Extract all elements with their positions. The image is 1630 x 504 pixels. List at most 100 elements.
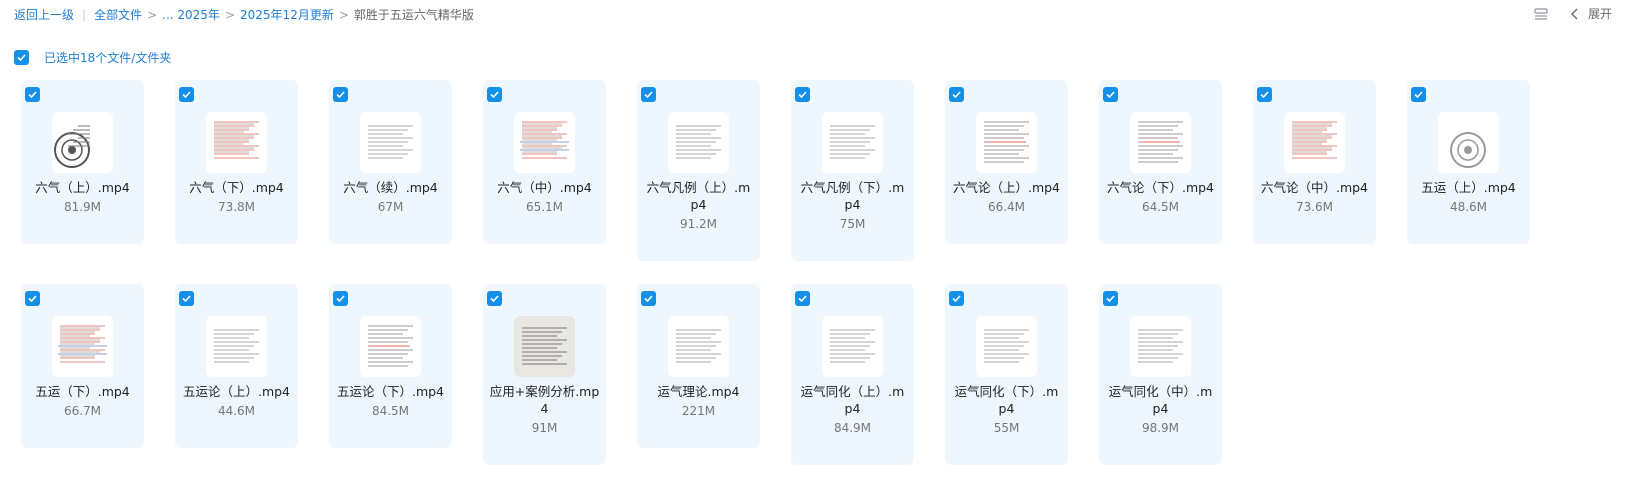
file-card[interactable]: 运气同化（上）.m p4 84.9M xyxy=(791,284,914,465)
file-checkbox[interactable] xyxy=(25,291,40,306)
crumb-month[interactable]: 2025年12月更新 xyxy=(240,6,334,23)
check-icon xyxy=(1260,91,1269,99)
file-name-line: p4 xyxy=(844,401,861,416)
file-name-line: p4 xyxy=(844,197,861,212)
check-icon xyxy=(1106,91,1115,99)
file-card[interactable]: 六气凡例（下）.m p4 75M xyxy=(791,80,914,261)
file-checkbox[interactable] xyxy=(333,291,348,306)
file-thumbnail-image xyxy=(58,325,107,363)
file-checkbox[interactable] xyxy=(333,87,348,102)
file-checkbox[interactable] xyxy=(641,87,656,102)
file-thumbnail xyxy=(1130,316,1191,377)
file-name: 运气同化（下）.m p4 xyxy=(949,383,1064,417)
file-card[interactable]: 应用+案例分析.mp 4 91M xyxy=(483,284,606,465)
view-tools: 展开 xyxy=(1534,5,1612,22)
file-checkbox[interactable] xyxy=(179,291,194,306)
file-size: 73.6M xyxy=(1295,200,1334,214)
file-card[interactable]: 五运论（上）.mp4 44.6M xyxy=(175,284,298,448)
file-thumbnail-image xyxy=(54,125,90,168)
file-name: 六气（下）.mp4 xyxy=(179,179,294,196)
crumb-year[interactable]: ... 2025年 xyxy=(162,6,220,23)
check-icon xyxy=(1106,295,1115,303)
file-checkbox[interactable] xyxy=(25,87,40,102)
file-name: 六气论（上）.mp4 xyxy=(949,179,1064,196)
file-checkbox[interactable] xyxy=(1257,87,1272,102)
file-name-line: p4 xyxy=(1152,401,1169,416)
file-name: 应用+案例分析.mp 4 xyxy=(487,383,602,417)
check-icon xyxy=(798,295,807,303)
file-name-line: 五运（下）.mp4 xyxy=(35,384,130,399)
file-name: 六气凡例（下）.m p4 xyxy=(795,179,910,213)
file-size: 67M xyxy=(377,200,404,214)
file-name-line: 六气（中）.mp4 xyxy=(497,180,592,195)
selection-count: 已选中18个文件/文件夹 xyxy=(44,51,172,65)
file-checkbox[interactable] xyxy=(487,291,502,306)
file-card[interactable]: 五运论（下）.mp4 84.5M xyxy=(329,284,452,448)
check-icon xyxy=(182,91,191,99)
file-card[interactable]: 运气同化（下）.m p4 55M xyxy=(945,284,1068,465)
file-checkbox[interactable] xyxy=(179,87,194,102)
list-view-icon[interactable] xyxy=(1534,7,1548,20)
file-card[interactable]: 六气凡例（上）.m p4 91.2M xyxy=(637,80,760,261)
file-card[interactable]: 六气（上）.mp4 81.9M xyxy=(21,80,144,244)
check-icon xyxy=(490,295,499,303)
file-card[interactable]: 六气（中）.mp4 65.1M xyxy=(483,80,606,244)
file-card[interactable]: 五运（下）.mp4 66.7M xyxy=(21,284,144,448)
file-card[interactable]: 六气（下）.mp4 73.8M xyxy=(175,80,298,244)
breadcrumb-separator: > xyxy=(147,7,158,22)
file-name-line: 运气同化（上）.m xyxy=(800,384,905,399)
file-checkbox[interactable] xyxy=(795,87,810,102)
file-card[interactable]: 运气理论.mp4 221M xyxy=(637,284,760,448)
file-name-line: 六气（下）.mp4 xyxy=(189,180,284,195)
expand-button[interactable]: 展开 xyxy=(1588,5,1612,22)
file-name-line: 六气凡例（上）.m xyxy=(646,180,751,195)
file-thumbnail-image xyxy=(1138,121,1183,163)
check-icon xyxy=(182,295,191,303)
file-size: 73.8M xyxy=(217,200,256,214)
file-size: 91M xyxy=(531,421,558,435)
file-card[interactable]: 六气（续）.mp4 67M xyxy=(329,80,452,244)
file-thumbnail xyxy=(1284,112,1345,173)
file-card[interactable]: 六气论（上）.mp4 66.4M xyxy=(945,80,1068,244)
file-thumbnail xyxy=(668,112,729,173)
file-name-line: 六气论（下）.mp4 xyxy=(1106,180,1215,195)
file-card[interactable]: 运气同化（中）.m p4 98.9M xyxy=(1099,284,1222,465)
file-size: 75M xyxy=(839,217,866,231)
file-checkbox[interactable] xyxy=(1103,291,1118,306)
file-size: 55M xyxy=(993,421,1020,435)
file-card[interactable]: 六气论（下）.mp4 64.5M xyxy=(1099,80,1222,244)
file-checkbox[interactable] xyxy=(949,291,964,306)
select-all-checkbox[interactable] xyxy=(14,50,29,65)
crumb-all-files[interactable]: 全部文件 xyxy=(94,6,142,23)
select-all[interactable]: 已选中18个文件/文件夹 xyxy=(14,49,171,66)
chevron-left-icon[interactable] xyxy=(1570,8,1580,20)
top-bar: 返回上一级 | 全部文件 > ... 2025年 > 2025年12月更新 > … xyxy=(0,0,1630,30)
file-name-line: 五运论（上）.mp4 xyxy=(182,384,291,399)
file-card[interactable]: 五运（上）.mp4 48.6M xyxy=(1407,80,1530,244)
file-checkbox[interactable] xyxy=(1103,87,1118,102)
file-name: 六气（续）.mp4 xyxy=(333,179,448,196)
file-card[interactable]: 六气论（中）.mp4 73.6M xyxy=(1253,80,1376,244)
crumb-current-folder: 郭胜于五运六气精华版 xyxy=(353,8,474,22)
file-size: 84.9M xyxy=(833,421,872,435)
file-size: 84.5M xyxy=(371,404,410,418)
file-size: 91.2M xyxy=(679,217,718,231)
file-checkbox[interactable] xyxy=(487,87,502,102)
file-thumbnail xyxy=(822,316,883,377)
file-size: 65.1M xyxy=(525,200,564,214)
file-name: 运气同化（中）.m p4 xyxy=(1103,383,1218,417)
file-checkbox[interactable] xyxy=(1411,87,1426,102)
file-checkbox[interactable] xyxy=(795,291,810,306)
file-name: 六气论（下）.mp4 xyxy=(1103,179,1218,196)
file-thumbnail xyxy=(976,316,1037,377)
file-size: 81.9M xyxy=(63,200,102,214)
back-link[interactable]: 返回上一级 xyxy=(14,6,74,23)
file-size: 44.6M xyxy=(217,404,256,418)
file-checkbox[interactable] xyxy=(641,291,656,306)
file-size: 98.9M xyxy=(1141,421,1180,435)
breadcrumb-divider: | xyxy=(82,7,87,22)
file-checkbox[interactable] xyxy=(949,87,964,102)
breadcrumb-separator: > xyxy=(224,7,236,22)
file-thumbnail-image xyxy=(1292,121,1337,159)
file-thumbnail xyxy=(976,112,1037,173)
